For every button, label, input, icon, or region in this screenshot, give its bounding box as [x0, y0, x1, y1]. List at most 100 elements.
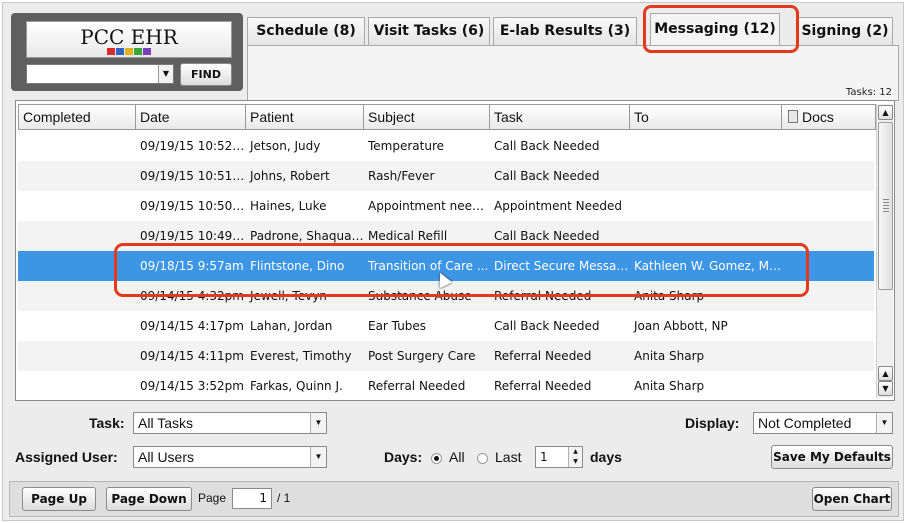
tab-elab-results[interactable]: E-lab Results (3) [493, 17, 637, 45]
chevron-down-icon[interactable]: ▼ [310, 413, 326, 433]
cell-date: 09/19/15 10:50am [140, 199, 246, 213]
cell-completed [18, 311, 136, 341]
table-row[interactable]: 09/14/15 3:52pm Farkas, Quinn J. Referral … [18, 371, 874, 401]
cell-subject: Temperature [368, 139, 445, 153]
logo: PCC EHR [26, 21, 232, 58]
cell-to: Anita Sharp [634, 349, 705, 363]
vertical-scrollbar[interactable]: ▲ ▲ ▼ [876, 104, 893, 398]
display-filter-select[interactable]: Not Completed ▼ [753, 412, 893, 434]
open-chart-button[interactable]: Open Chart [812, 487, 892, 511]
cell-task: Call Back Needed [494, 169, 600, 183]
scroll-up-icon[interactable]: ▲ [878, 366, 893, 381]
save-my-defaults-button[interactable]: Save My Defaults [771, 445, 893, 469]
cell-date: 09/14/15 4:32pm [140, 289, 244, 303]
table-row[interactable]: 09/19/15 10:49am Padrone, Shaquana Medical… [18, 221, 874, 251]
messages-grid: Completed Date Patient Subject Task To D… [15, 100, 895, 401]
stepper-arrows-icon[interactable]: ▲ ▼ [568, 447, 582, 467]
cell-subject: Appointment needed [368, 199, 490, 213]
grid-rows: 09/19/15 10:52am Jetson, Judy Temperature C… [18, 131, 874, 401]
cell-completed [18, 191, 136, 221]
cell-to [630, 191, 782, 221]
cell-patient: Haines, Luke [250, 199, 327, 213]
column-header-completed[interactable]: Completed [18, 104, 136, 130]
cell-docs [782, 221, 874, 251]
cell-docs [782, 371, 874, 401]
days-all-label[interactable]: All [449, 449, 465, 465]
cell-patient: Everest, Timothy [250, 349, 352, 363]
cell-completed [18, 251, 136, 281]
cell-task: Referral Needed [494, 289, 592, 303]
table-row[interactable]: 09/19/15 10:52am Jetson, Judy Temperature C… [18, 131, 874, 161]
cell-task: Call Back Needed [494, 139, 600, 153]
scroll-up-icon[interactable]: ▲ [878, 105, 893, 120]
cell-date: 09/14/15 4:17pm [140, 319, 244, 333]
column-header-docs[interactable]: Docs [781, 104, 876, 130]
days-all-radio[interactable] [431, 453, 442, 464]
cell-task: Direct Secure Message [494, 259, 630, 273]
app-window: PCC EHR ▼ FIND Tasks: 12 Schedule (8) Vi… [2, 2, 904, 521]
display-filter-value: Not Completed [758, 415, 852, 431]
grid-header: Completed Date Patient Subject Task To D… [18, 104, 876, 130]
cell-subject: Ear Tubes [368, 319, 427, 333]
table-row[interactable]: 09/14/15 4:32pm Jewell, Tevyn Substance Ab… [18, 281, 874, 311]
cell-date: 09/14/15 3:52pm [140, 379, 244, 393]
table-row[interactable]: 09/14/15 4:17pm Lahan, Jordan Ear Tubes Cal… [18, 311, 874, 341]
cell-date: 09/18/15 9:57am [140, 259, 244, 273]
page-number-input[interactable]: 1 [232, 488, 272, 509]
days-unit-label: days [590, 449, 622, 465]
page-up-button[interactable]: Page Up [22, 487, 96, 511]
scroll-down-icon[interactable]: ▼ [878, 381, 893, 396]
scrollbar-thumb[interactable] [878, 122, 893, 290]
cell-patient: Johns, Robert [250, 169, 330, 183]
task-filter-select[interactable]: All Tasks ▼ [133, 412, 327, 434]
column-header-patient[interactable]: Patient [245, 104, 364, 130]
tab-messaging[interactable]: Messaging (12) [650, 13, 780, 45]
chevron-down-icon[interactable]: ▼ [158, 65, 173, 83]
column-header-task[interactable]: Task [489, 104, 630, 130]
column-header-date[interactable]: Date [135, 104, 246, 130]
cell-completed [18, 221, 136, 251]
task-filter-label: Task: [89, 415, 125, 431]
page-down-button[interactable]: Page Down [106, 487, 192, 511]
days-last-label[interactable]: Last [495, 449, 521, 465]
cell-patient: Jewell, Tevyn [250, 289, 327, 303]
patient-search-combo[interactable]: ▼ [26, 64, 174, 84]
tab-signing[interactable]: Signing (2) [797, 17, 893, 45]
cell-subject: Transition of Care ... [368, 259, 489, 273]
table-row[interactable]: 09/19/15 10:51am Johns, Robert Rash/Fever C… [18, 161, 874, 191]
cell-to [630, 131, 782, 161]
cell-docs [782, 161, 874, 191]
days-last-radio[interactable] [477, 453, 488, 464]
cell-docs [782, 311, 874, 341]
chevron-down-icon[interactable]: ▼ [876, 413, 892, 433]
find-button[interactable]: FIND [180, 63, 232, 86]
cell-docs [782, 281, 874, 311]
assigned-user-select[interactable]: All Users ▼ [133, 446, 327, 468]
days-value: 1 [540, 450, 548, 464]
cell-patient: Farkas, Quinn J. [250, 379, 343, 393]
table-row[interactable]: 09/19/15 10:50am Haines, Luke Appointment … [18, 191, 874, 221]
tab-visit-tasks[interactable]: Visit Tasks (6) [368, 17, 490, 45]
cell-to [630, 221, 782, 251]
tab-schedule[interactable]: Schedule (8) [247, 17, 365, 45]
task-filter-value: All Tasks [138, 415, 193, 431]
assigned-user-label: Assigned User: [15, 449, 118, 465]
cell-docs [782, 251, 874, 281]
cell-date: 09/19/15 10:51am [140, 169, 246, 183]
logo-color-squares [27, 48, 231, 55]
display-filter-label: Display: [685, 415, 740, 431]
tab-panel: Tasks: 12 [247, 45, 899, 101]
chevron-down-icon[interactable]: ▼ [310, 447, 326, 467]
cell-patient: Jetson, Judy [250, 139, 321, 153]
cell-task: Call Back Needed [494, 229, 600, 243]
column-header-to[interactable]: To [629, 104, 782, 130]
column-header-subject[interactable]: Subject [363, 104, 490, 130]
docs-header-label: Docs [802, 109, 834, 125]
cell-date: 09/19/15 10:52am [140, 139, 246, 153]
assigned-user-value: All Users [138, 449, 195, 465]
cell-to: Anita Sharp [634, 379, 705, 393]
cell-completed [18, 281, 136, 311]
page-total: / 1 [277, 491, 291, 505]
table-row[interactable]: 09/14/15 4:11pm Everest, Timothy Post Surg… [18, 341, 874, 371]
days-stepper[interactable]: 1 ▲ ▼ [535, 446, 583, 468]
